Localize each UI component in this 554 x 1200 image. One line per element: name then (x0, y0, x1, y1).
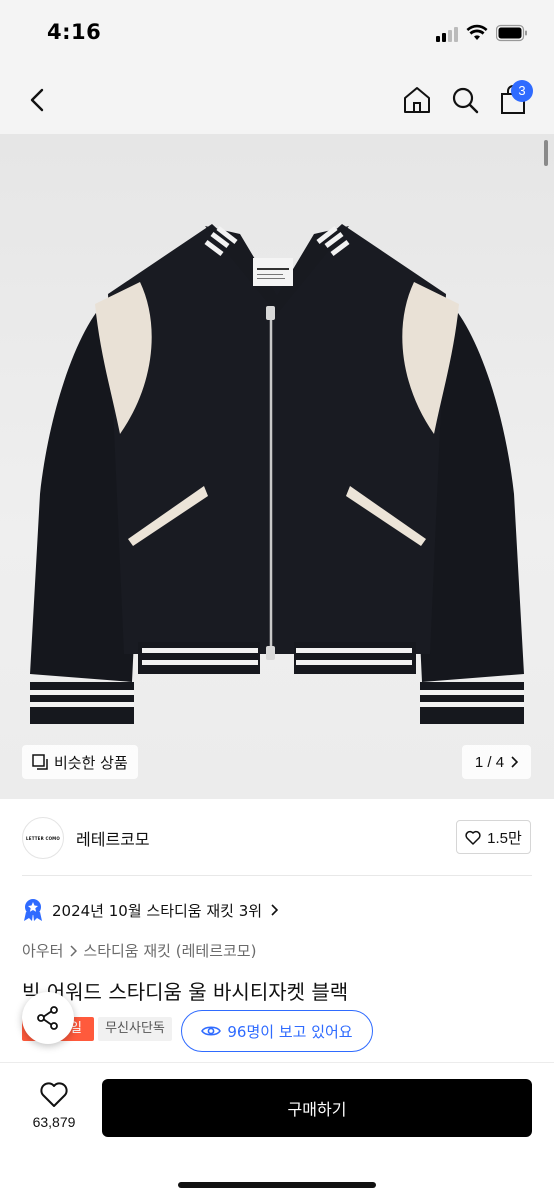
buy-button[interactable]: 구매하기 (102, 1079, 532, 1137)
brand-logo-text: LETTER COMO (26, 835, 60, 841)
viewers-text: 96명이 보고 있어요 (227, 1022, 353, 1041)
buy-button-label: 구매하기 (287, 1100, 347, 1119)
similar-products-button[interactable]: 비슷한 상품 (22, 745, 138, 779)
wifi-icon (466, 24, 488, 40)
status-time: 4:16 (47, 20, 102, 44)
ranking-link[interactable]: 2024년 10월 스타디움 재킷 3위 (22, 896, 279, 924)
search-icon (452, 87, 479, 114)
brand-like-button[interactable]: 1.5만 (456, 820, 531, 854)
cart-count-badge: 3 (511, 80, 533, 102)
exclusive-tag: 무신사단독 (98, 1017, 172, 1041)
brand-like-count: 1.5만 (487, 829, 522, 847)
chevron-right-icon (70, 944, 78, 957)
back-button[interactable] (20, 82, 56, 118)
chevron-right-icon (271, 904, 279, 916)
search-button[interactable] (447, 82, 483, 118)
similar-products-label: 비슷한 상품 (54, 753, 128, 772)
chevron-right-icon (511, 756, 519, 768)
home-indicator (178, 1182, 376, 1188)
ranking-text: 2024년 10월 스타디움 재킷 3위 (52, 901, 263, 920)
breadcrumb-subcategory[interactable]: 스타디움 재킷 (레테르코모) (83, 940, 256, 961)
product-image[interactable] (0, 134, 554, 799)
status-bar: 4:16 (0, 0, 554, 68)
product-title: 빅 어워드 스타디움 울 바시티자켓 블랙 (22, 980, 349, 1004)
heart-icon (40, 1082, 68, 1107)
breadcrumb: 아우터 스타디움 재킷 (레테르코모) (22, 940, 256, 961)
battery-icon (496, 24, 527, 42)
brand-name[interactable]: 레테르코모 (76, 826, 150, 850)
signal-icon (436, 26, 462, 42)
brand-logo[interactable]: LETTER COMO (22, 817, 64, 859)
chevron-left-icon (30, 88, 44, 112)
ranking-badge-icon (24, 899, 42, 921)
home-button[interactable] (399, 82, 435, 118)
divider (22, 875, 532, 876)
wishlist-count: 63,879 (32, 1114, 76, 1130)
home-icon (404, 87, 430, 113)
share-button[interactable] (22, 992, 74, 1044)
top-nav (0, 68, 554, 134)
pager-text: 1 / 4 (474, 753, 505, 771)
eye-icon (201, 1026, 222, 1036)
heart-icon (465, 830, 481, 845)
breadcrumb-category[interactable]: 아우터 (22, 940, 63, 961)
scrollbar[interactable] (544, 140, 548, 166)
similar-icon (32, 754, 48, 770)
share-icon (37, 1006, 58, 1030)
jacket-image (30, 224, 524, 724)
image-pager[interactable]: 1 / 4 (462, 745, 531, 779)
viewers-pill: 96명이 보고 있어요 (181, 1010, 373, 1052)
